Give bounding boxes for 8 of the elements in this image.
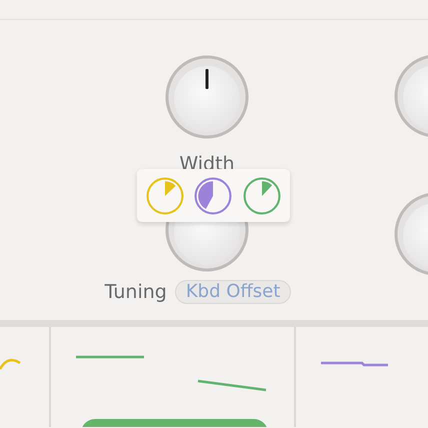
knob-label: Tuning: [104, 282, 167, 302]
modulation-amount-icon[interactable]: [242, 176, 281, 214]
envelope-curve-drawing: [0, 357, 22, 371]
modulation-amount-icon[interactable]: [146, 176, 184, 214]
modulation-amount-icon[interactable]: [194, 176, 232, 214]
knob[interactable]: [165, 55, 249, 139]
mode-selector[interactable]: Kbd Offset: [174, 280, 292, 304]
envelope-curve-drawing: [320, 361, 390, 369]
